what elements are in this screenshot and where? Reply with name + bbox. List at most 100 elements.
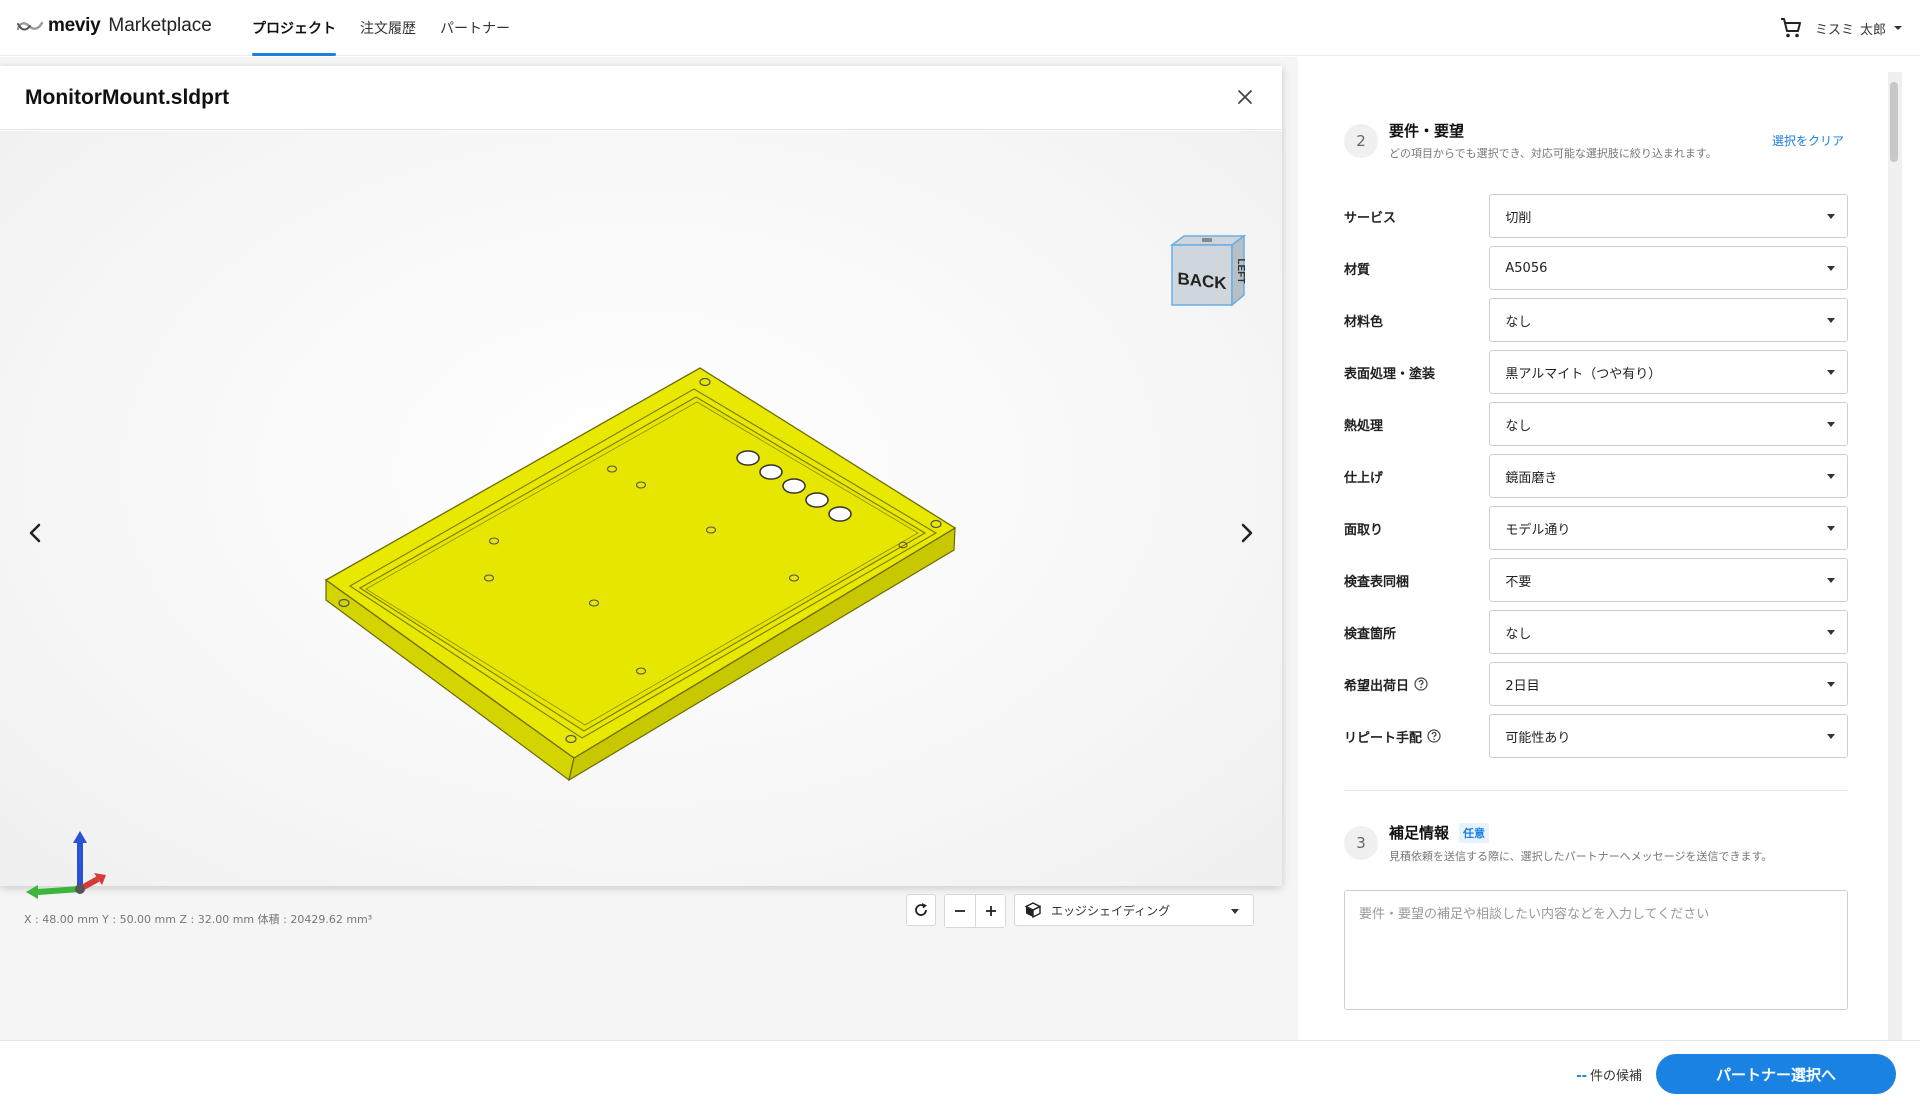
view-cube[interactable]: BACK LEFT <box>1168 233 1248 309</box>
repeat-order-select[interactable]: 可能性あり <box>1489 714 1848 758</box>
chevron-left-icon[interactable] <box>22 519 50 547</box>
step-3-badge: 3 <box>1344 826 1378 860</box>
field-row-finish: 仕上げ 鏡面磨き <box>1344 453 1848 499</box>
chevron-down-icon <box>1827 422 1835 427</box>
shading-mode-select[interactable]: エッジシェイディング <box>1014 894 1254 926</box>
field-row-service: サービス 切削 <box>1344 193 1848 239</box>
chevron-down-icon <box>1827 266 1835 271</box>
chevron-down-icon <box>1827 682 1835 687</box>
shading-mode-value: エッジシェイディング <box>1051 903 1171 918</box>
candidate-count-suffix: 件の候補 <box>1589 1069 1642 1084</box>
chevron-down-icon <box>1827 630 1835 635</box>
supplement-title-row: 補足情報 任意 <box>1389 822 1490 843</box>
field-row-heat-treatment: 熱処理 なし <box>1344 401 1848 447</box>
viewer-header: MonitorMount.sldprt <box>0 66 1282 130</box>
footer-bar: -- 件の候補 パートナー選択へ <box>0 1040 1920 1105</box>
select-value: 不要 <box>1505 574 1532 590</box>
chevron-right-icon[interactable] <box>1232 519 1260 547</box>
cube-icon <box>1025 902 1041 918</box>
field-row-inspection-points: 検査箇所 なし <box>1344 609 1848 655</box>
clear-selection-link[interactable]: 選択をクリア <box>1772 132 1844 149</box>
finish-select[interactable]: 鏡面磨き <box>1489 454 1848 498</box>
field-label: サービス <box>1344 210 1397 226</box>
chamfer-select[interactable]: モデル通り <box>1489 506 1848 550</box>
field-label: 検査箇所 <box>1344 626 1397 642</box>
select-value: 2日目 <box>1505 678 1540 694</box>
help-icon[interactable] <box>1414 677 1428 691</box>
meviy-logo[interactable]: meviy Marketplace <box>16 15 212 37</box>
material-color-select[interactable]: なし <box>1489 298 1848 342</box>
inspection-sheet-select[interactable]: 不要 <box>1489 558 1848 602</box>
cart-icon[interactable] <box>1779 16 1803 40</box>
chevron-down-icon <box>1827 578 1835 583</box>
candidate-count-value: -- <box>1576 1069 1587 1084</box>
tab-partners[interactable]: パートナー <box>428 0 522 56</box>
top-header: meviy Marketplace プロジェクト 注文履歴 パートナー ミスミ … <box>0 0 1920 56</box>
plus-icon <box>985 906 996 916</box>
field-row-inspection-sheet: 検査表同梱 不要 <box>1344 557 1848 603</box>
chevron-down-icon <box>1827 214 1835 219</box>
3d-model[interactable] <box>320 366 960 786</box>
select-value: 鏡面磨き <box>1505 470 1558 486</box>
field-label: 材質 <box>1344 262 1371 278</box>
tab-projects[interactable]: プロジェクト <box>240 0 348 56</box>
chevron-down-icon <box>1827 526 1835 531</box>
user-menu[interactable]: ミスミ 太郎 <box>1815 19 1902 38</box>
field-row-ship-date: 希望出荷日 2日目 <box>1344 661 1848 707</box>
next-partner-select-button[interactable]: パートナー選択へ <box>1656 1054 1896 1094</box>
chevron-down-icon <box>1894 26 1902 30</box>
select-value: モデル通り <box>1505 522 1571 538</box>
reset-view-button[interactable] <box>906 894 936 926</box>
select-value: なし <box>1505 314 1532 330</box>
requirements-title: 要件・要望 <box>1389 122 1465 140</box>
chevron-down-icon <box>1827 474 1835 479</box>
field-label: 熱処理 <box>1344 418 1384 434</box>
chevron-down-icon <box>1827 734 1835 739</box>
field-label: 希望出荷日 <box>1344 678 1410 694</box>
scrollbar-thumb[interactable] <box>1890 82 1898 162</box>
tab-order-history[interactable]: 注文履歴 <box>348 0 428 56</box>
axis-gizmo <box>26 831 106 899</box>
chevron-down-icon <box>1231 909 1239 914</box>
select-value: なし <box>1505 626 1532 642</box>
refresh-icon <box>915 903 927 916</box>
select-value: なし <box>1505 418 1532 434</box>
logo-mark-icon <box>16 21 44 31</box>
supplement-title: 補足情報 <box>1389 824 1450 842</box>
viewer-toolbar: エッジシェイディング <box>906 894 1254 928</box>
logo-product: Marketplace <box>108 15 212 36</box>
candidate-count: -- 件の候補 <box>1576 1065 1642 1084</box>
inspection-points-select[interactable]: なし <box>1489 610 1848 654</box>
material-select[interactable]: A5056 <box>1489 246 1848 290</box>
ship-date-select[interactable]: 2日目 <box>1489 662 1848 706</box>
service-select[interactable]: 切削 <box>1489 194 1848 238</box>
close-icon[interactable] <box>1234 86 1256 108</box>
optional-badge: 任意 <box>1459 823 1490 843</box>
field-row-material: 材質 A5056 <box>1344 245 1848 291</box>
field-label: 検査表同梱 <box>1344 574 1410 590</box>
chevron-down-icon <box>1827 318 1835 323</box>
3d-canvas[interactable]: BACK LEFT X: 48.00 mm Y: 50.00 mm Z: … <box>0 131 1282 928</box>
model-dimensions: X : 48.00 mm Y : 50.00 mm Z : 32.00 mm 体… <box>24 913 373 926</box>
section-divider <box>1344 790 1848 791</box>
field-label: リピート手配 <box>1344 730 1423 746</box>
step-2-badge: 2 <box>1344 124 1378 158</box>
field-label-with-help: リピート手配 <box>1344 727 1489 746</box>
scrollbar-track[interactable] <box>1888 72 1902 1040</box>
heat-treatment-select[interactable]: なし <box>1489 402 1848 446</box>
user-name: 太郎 <box>1859 22 1886 38</box>
supplement-textarea[interactable]: 要件・要望の補足や相談したい内容などを入力してください <box>1344 890 1848 1010</box>
logo-brand: meviy <box>48 15 101 36</box>
zoom-in-button[interactable] <box>975 895 1005 927</box>
field-label-with-help: 希望出荷日 <box>1344 675 1489 694</box>
field-label: 表面処理・塗装 <box>1344 366 1436 382</box>
select-value: 可能性あり <box>1505 730 1571 746</box>
field-label: 面取り <box>1344 522 1384 538</box>
surface-treatment-select[interactable]: 黒アルマイト（つや有り） <box>1489 350 1848 394</box>
select-value: 黒アルマイト（つや有り） <box>1505 366 1662 382</box>
minus-icon <box>955 910 965 912</box>
field-row-chamfer: 面取り モデル通り <box>1344 505 1848 551</box>
field-row-surface-treatment: 表面処理・塗装 黒アルマイト（つや有り） <box>1344 349 1848 395</box>
zoom-out-button[interactable] <box>945 895 975 927</box>
help-icon[interactable] <box>1427 729 1441 743</box>
